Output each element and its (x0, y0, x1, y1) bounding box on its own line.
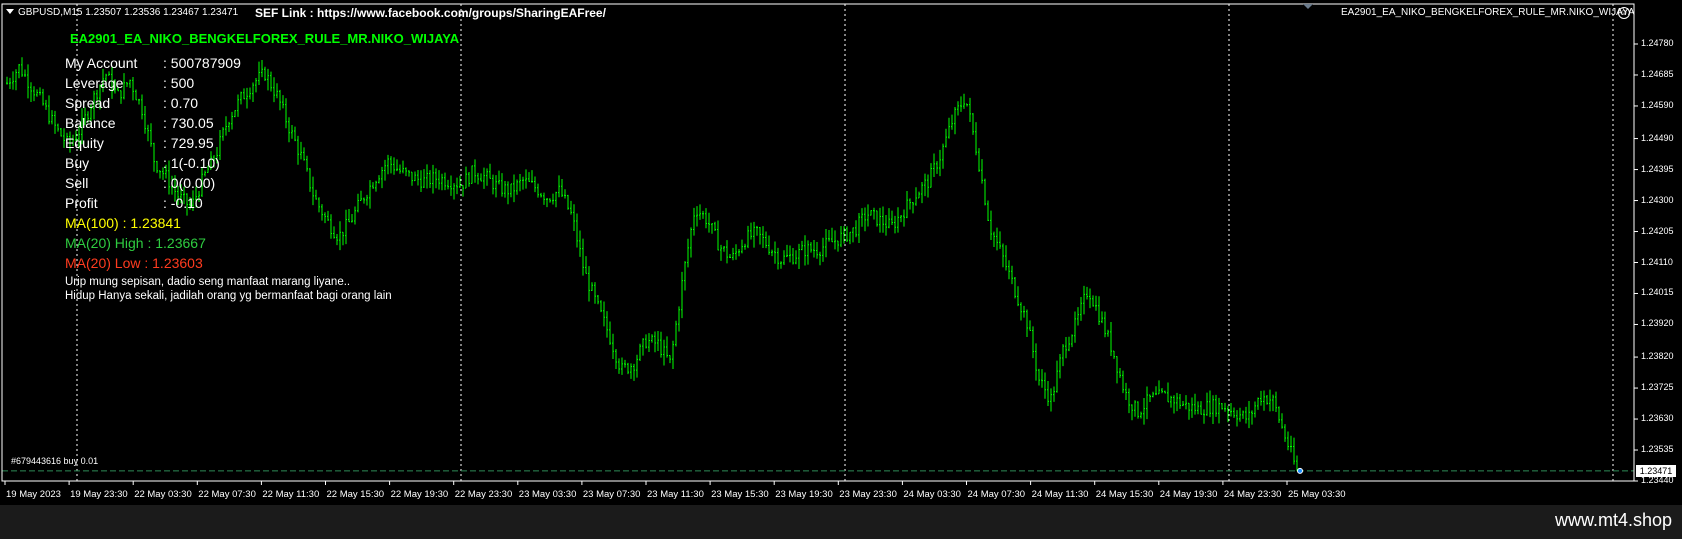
y-tick-label: 1.23725 (1641, 382, 1674, 393)
y-tick-label: 1.23820 (1641, 351, 1674, 362)
y-tick-label: 1.24590 (1641, 99, 1674, 110)
symbol-info: GBPUSD,M15 1.23507 1.23536 1.23467 1.234… (18, 7, 239, 18)
x-tick-label: 24 May 23:30 (1223, 489, 1282, 500)
info-row: Spread : 0.70 (65, 95, 198, 111)
x-tick-label: 24 May 11:30 (1031, 489, 1089, 500)
y-tick-label: 1.23920 (1641, 318, 1674, 329)
info-value: : 0(0.00) (163, 175, 216, 191)
x-tick-label: 22 May 11:30 (262, 489, 320, 500)
info-label: Leverage (65, 75, 124, 91)
info-value: : 1(-0.10) (163, 155, 220, 171)
info-row: Profit : -0.10 (65, 195, 203, 211)
x-tick-label: 23 May 23:30 (839, 489, 897, 500)
info-label: Spread (65, 95, 111, 111)
x-tick-label: 22 May 07:30 (198, 489, 256, 500)
info-row: My Account : 500787909 (65, 55, 241, 71)
x-tick-label: 19 May 2023 (6, 489, 61, 500)
plot-frame (1, 3, 1635, 482)
y-tick-label: 1.23535 (1641, 444, 1674, 455)
x-tick-label: 22 May 23:30 (454, 489, 513, 500)
y-tick-label: 1.23630 (1641, 413, 1674, 424)
order-marker-icon[interactable] (1297, 467, 1303, 474)
info-label: My Account (65, 55, 138, 71)
x-tick-label: 23 May 03:30 (518, 489, 577, 500)
watermark: www.mt4.shop (1554, 510, 1672, 530)
ma-line: MA(20) High : 1.23667 (65, 235, 206, 251)
x-tick-label: 23 May 15:30 (711, 489, 769, 500)
ma-line: MA(100) : 1.23841 (65, 215, 181, 231)
y-tick-label: 1.24300 (1641, 194, 1674, 205)
price-chart[interactable] (0, 0, 1682, 505)
info-value: : 500 (163, 75, 195, 91)
x-tick-label: 23 May 19:30 (775, 489, 833, 500)
info-label: Equity (65, 135, 104, 151)
info-value: : 0.70 (163, 95, 199, 111)
ea-name-label: EA2901_EA_NIKO_BENGKELFOREX_RULE_MR.NIKO… (1341, 7, 1635, 18)
x-tick-label: 24 May 15:30 (1095, 489, 1154, 500)
order-label: #679443616 buy 0.01 (11, 456, 99, 466)
x-tick-label: 22 May 03:30 (134, 489, 192, 500)
info-value: : 500787909 (163, 55, 241, 71)
info-value: : 729.95 (163, 135, 214, 151)
info-label: Balance (65, 115, 116, 131)
y-tick-label: 1.24685 (1641, 68, 1674, 79)
info-row: Buy : 1(-0.10) (65, 155, 220, 171)
info-label: Sell (65, 175, 89, 191)
quote-line-1: Urip mung sepisan, dadio seng manfaat ma… (65, 276, 351, 288)
ea-smile-icon[interactable]: ☺ (1618, 7, 1630, 19)
x-tick-label: 24 May 07:30 (967, 489, 1026, 500)
panel-title: EA2901_EA_NIKO_BENGKELFOREX_RULE_MR.NIKO… (70, 31, 460, 46)
info-value: : -0.10 (163, 195, 203, 211)
y-tick-label: 1.24395 (1641, 163, 1674, 174)
y-tick-label: 1.24015 (1641, 287, 1674, 298)
info-label: Profit (65, 195, 98, 211)
info-row: Equity : 729.95 (65, 135, 214, 151)
y-tick-label: 1.24780 (1641, 38, 1674, 48)
chart-menu-icon[interactable] (6, 9, 14, 14)
shift-marker-icon[interactable] (1303, 4, 1313, 9)
footer-bar: www.mt4.shop (0, 505, 1682, 539)
x-tick-label: 22 May 15:30 (326, 489, 385, 500)
x-tick-label: 24 May 19:30 (1159, 489, 1218, 500)
x-tick-label: 22 May 19:30 (390, 489, 449, 500)
ma-line: MA(20) Low : 1.23603 (65, 255, 203, 271)
info-label: Buy (65, 155, 90, 171)
current-price-tag: 1.23471 (1636, 464, 1676, 477)
chart-window[interactable]: GBPUSD,M15 1.23507 1.23536 1.23467 1.234… (0, 0, 1682, 505)
info-row: Leverage : 500 (65, 75, 194, 91)
y-tick-label: 1.24490 (1641, 132, 1674, 143)
quote-line-2: Hidup Hanya sekali, jadilah orang yg ber… (65, 290, 392, 302)
sef-link: SEF Link : https://www.facebook.com/grou… (255, 6, 606, 20)
info-value: : 730.05 (163, 115, 214, 131)
x-tick-label: 19 May 23:30 (70, 489, 128, 500)
y-tick-label: 1.24205 (1641, 225, 1674, 236)
x-tick-label: 23 May 07:30 (582, 489, 641, 500)
y-tick-label: 1.24110 (1641, 256, 1673, 267)
info-row: Sell : 0(0.00) (65, 175, 215, 191)
info-row: Balance : 730.05 (65, 115, 214, 131)
x-tick-label: 23 May 11:30 (647, 489, 704, 500)
x-tick-label: 24 May 03:30 (903, 489, 961, 500)
x-tick-label: 25 May 03:30 (1288, 489, 1346, 500)
